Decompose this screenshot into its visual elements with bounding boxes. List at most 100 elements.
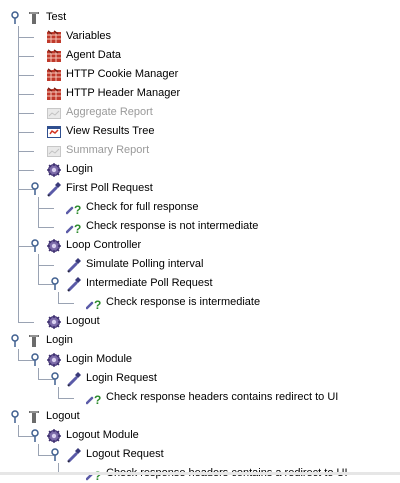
tree-connector — [18, 170, 34, 171]
tree-node-label: Aggregate Report — [66, 103, 153, 122]
expand-toggle-icon[interactable] — [50, 277, 60, 291]
test-plan-tree: TestVariablesAgent DataHTTP Cookie Manag… — [0, 0, 400, 475]
assertion-icon: ? — [66, 200, 82, 216]
tree-connector — [38, 368, 39, 379]
tree-node-label: Logout Request — [86, 445, 164, 464]
listener-disabled-icon — [46, 143, 62, 159]
tree-node-test[interactable]: Test — [26, 8, 66, 27]
tree-node-label: Check response is intermediate — [106, 293, 260, 312]
tree-connector — [18, 37, 34, 38]
tree-node-view-results-tree[interactable]: View Results Tree — [46, 122, 154, 141]
sampler-pipette-icon — [46, 181, 62, 197]
test-plan-icon — [26, 10, 42, 26]
module-controller-icon — [46, 314, 62, 330]
tree-node-label: Loop Controller — [66, 236, 141, 255]
tree-node-label: Variables — [66, 27, 111, 46]
tree-connector — [58, 303, 74, 304]
tree-node-label: Logout — [46, 407, 80, 426]
tree-node-logout-request[interactable]: Logout Request — [66, 445, 164, 464]
module-controller-icon — [46, 352, 62, 368]
tree-connector — [18, 132, 34, 133]
assertion-icon: ? — [86, 295, 102, 311]
tree-connector — [18, 113, 34, 114]
tree-connector — [38, 197, 39, 227]
assertion-icon: ? — [66, 219, 82, 235]
expand-toggle-icon[interactable] — [50, 372, 60, 386]
tree-node-label: Login Module — [66, 350, 132, 369]
tree-connector — [18, 349, 19, 360]
tree-node-summary-report[interactable]: Summary Report — [46, 141, 149, 160]
tree-connector — [38, 444, 39, 455]
tree-connector — [58, 398, 74, 399]
tree-node-check-for-full-response[interactable]: ? Check for full response — [66, 198, 199, 217]
tree-node-http-cookie-manager[interactable]: HTTP Cookie Manager — [46, 65, 178, 84]
expand-toggle-icon[interactable] — [10, 410, 20, 424]
tree-node-label: Login Request — [86, 369, 157, 388]
tree-connector — [18, 425, 19, 436]
svg-text:?: ? — [74, 203, 81, 216]
tree-node-label: HTTP Cookie Manager — [66, 65, 178, 84]
tree-node-variables[interactable]: Variables — [46, 27, 111, 46]
tree-node-intermediate-poll-request[interactable]: Intermediate Poll Request — [66, 274, 213, 293]
tree-node-label: Intermediate Poll Request — [86, 274, 213, 293]
tree-node-first-poll-request[interactable]: First Poll Request — [46, 179, 153, 198]
tree-node-login-module[interactable]: Login Module — [46, 350, 132, 369]
config-element-icon — [46, 29, 62, 45]
config-element-icon — [46, 48, 62, 64]
tree-node-label: Login — [66, 160, 93, 179]
tree-node-agent-data[interactable]: Agent Data — [46, 46, 121, 65]
expand-toggle-icon[interactable] — [10, 334, 20, 348]
sampler-pipette-icon — [66, 447, 82, 463]
tree-node-logout[interactable]: Logout — [46, 312, 100, 331]
expand-toggle-icon[interactable] — [50, 448, 60, 462]
module-controller-icon — [46, 162, 62, 178]
tree-node-label: Check for full response — [86, 198, 199, 217]
assertion-icon: ? — [86, 390, 102, 406]
tree-node-aggregate-report[interactable]: Aggregate Report — [46, 103, 153, 122]
tree-connector — [18, 75, 34, 76]
loop-controller-icon — [46, 238, 62, 254]
config-element-icon — [46, 86, 62, 102]
tree-node-simulate-polling-interval[interactable]: Simulate Polling interval — [66, 255, 203, 274]
tree-node-label: View Results Tree — [66, 122, 154, 141]
svg-text:?: ? — [74, 222, 81, 235]
sampler-pipette-icon — [66, 276, 82, 292]
tree-connector — [58, 387, 59, 398]
tree-connector — [18, 94, 34, 95]
test-fragment-icon — [26, 409, 42, 425]
tree-node-label: Agent Data — [66, 46, 121, 65]
tree-node-label: Simulate Polling interval — [86, 255, 203, 274]
tree-connector — [38, 265, 54, 266]
expand-toggle-icon[interactable] — [30, 239, 40, 253]
tree-node-login[interactable]: Login — [26, 331, 73, 350]
tree-node-logout-module[interactable]: Logout Module — [46, 426, 139, 445]
tree-connector — [18, 322, 34, 323]
tree-node-check-response-is-intermediate[interactable]: ? Check response is intermediate — [86, 293, 260, 312]
tree-connector — [38, 208, 54, 209]
tree-node-label: Login — [46, 331, 73, 350]
tree-node-label: Summary Report — [66, 141, 149, 160]
expand-toggle-icon[interactable] — [30, 182, 40, 196]
tree-connector — [18, 56, 34, 57]
tree-node-login[interactable]: Login — [46, 160, 93, 179]
tree-node-label: Logout — [66, 312, 100, 331]
expand-toggle-icon[interactable] — [30, 429, 40, 443]
tree-connector — [38, 254, 39, 284]
svg-text:?: ? — [94, 469, 101, 482]
svg-text:?: ? — [94, 298, 101, 311]
tree-node-label: Check response is not intermediate — [86, 217, 258, 236]
tree-node-check-response-is-not-intermediate[interactable]: ? Check response is not intermediate — [66, 217, 258, 236]
tree-node-label: First Poll Request — [66, 179, 153, 198]
tree-node-check-response-headers-contains-redirect-to-ui[interactable]: ?Check response headers contains redirec… — [86, 388, 338, 407]
tree-node-label: Check response headers contains redirect… — [106, 388, 338, 407]
tree-node-loop-controller[interactable]: Loop Controller — [46, 236, 141, 255]
tree-node-http-header-manager[interactable]: HTTP Header Manager — [46, 84, 180, 103]
listener-disabled-icon — [46, 105, 62, 121]
tree-node-logout[interactable]: Logout — [26, 407, 80, 426]
config-element-icon — [46, 67, 62, 83]
tree-connector — [58, 292, 59, 303]
tree-node-login-request[interactable]: Login Request — [66, 369, 157, 388]
expand-toggle-icon[interactable] — [30, 353, 40, 367]
expand-toggle-icon[interactable] — [10, 11, 20, 25]
tree-node-label: Test — [46, 8, 66, 27]
